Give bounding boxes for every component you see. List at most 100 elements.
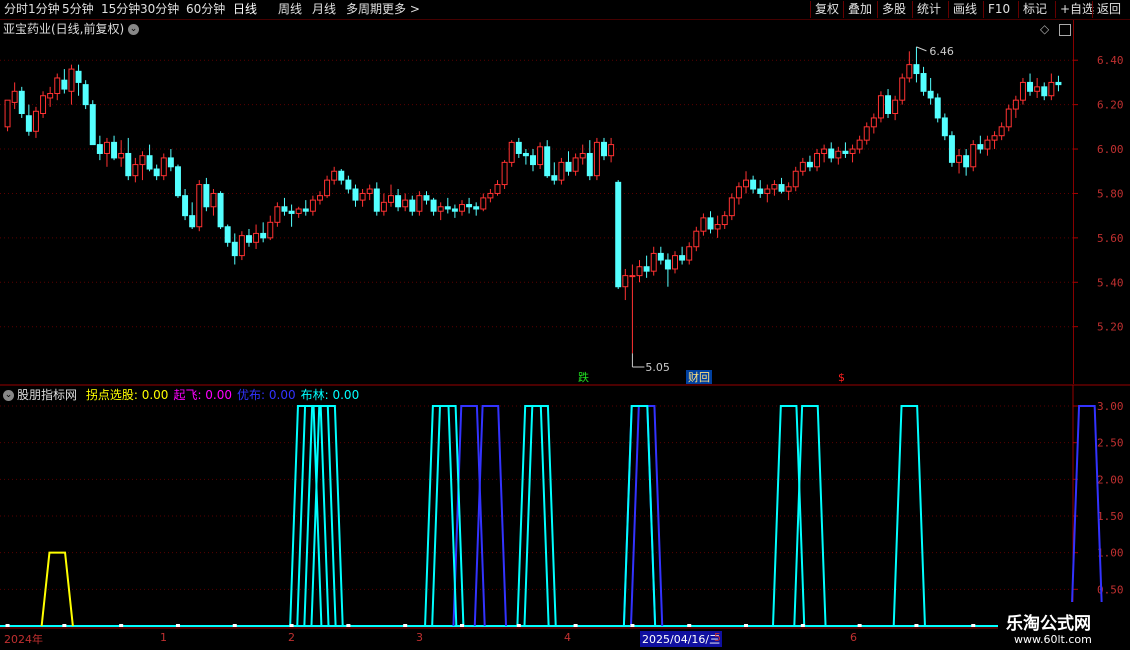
candle-body bbox=[799, 161, 806, 172]
candle-body bbox=[558, 161, 565, 181]
candle-body bbox=[806, 161, 813, 168]
candle-body bbox=[906, 64, 913, 79]
x-axis-label-0: 2024年 bbox=[4, 633, 43, 646]
candle-body bbox=[934, 97, 941, 119]
candle-body bbox=[267, 221, 274, 239]
candle-body bbox=[530, 155, 536, 166]
candle-body bbox=[615, 181, 622, 288]
candle-body bbox=[103, 141, 110, 154]
chart-canvas[interactable]: 6.40 6.20 6.00 5.80 5.60 5.40 5.20 6.46 5.05 跌 财回 $… bbox=[0, 0, 1130, 650]
candle-body bbox=[309, 199, 316, 212]
baseline-dot bbox=[289, 624, 294, 627]
candle-body bbox=[778, 184, 785, 192]
candle-body bbox=[132, 164, 139, 177]
candle-body bbox=[409, 199, 416, 212]
candle-body bbox=[281, 206, 288, 212]
candle-body bbox=[302, 208, 309, 212]
candle-body bbox=[771, 184, 778, 190]
baseline-dot bbox=[175, 624, 180, 627]
candle-body bbox=[487, 192, 494, 199]
candle-body bbox=[714, 224, 721, 230]
candle-body bbox=[18, 90, 25, 115]
candle-body bbox=[998, 126, 1005, 137]
candle-body bbox=[956, 155, 963, 163]
baseline-dot bbox=[744, 624, 749, 627]
candle-body bbox=[47, 93, 54, 99]
candle-body bbox=[1012, 99, 1019, 110]
candle-body bbox=[728, 197, 735, 217]
finance-marker: 财回 bbox=[688, 370, 710, 384]
candle-body bbox=[792, 170, 799, 188]
y-tick-label: 6.40 bbox=[1097, 54, 1124, 67]
candle-body bbox=[61, 79, 68, 90]
candle-body bbox=[437, 206, 444, 212]
baseline-dot bbox=[971, 624, 976, 627]
candle-body bbox=[359, 192, 366, 201]
candle-body bbox=[444, 206, 451, 210]
candle-body bbox=[814, 152, 821, 168]
baseline-dot bbox=[403, 624, 408, 627]
candle-body bbox=[352, 188, 359, 201]
candle-body bbox=[1055, 81, 1062, 86]
baseline-dot bbox=[232, 624, 237, 627]
candle-body bbox=[1034, 86, 1041, 92]
candle-body bbox=[238, 235, 245, 257]
candle-body bbox=[210, 192, 217, 208]
candle-body bbox=[82, 84, 89, 106]
candle-body bbox=[40, 95, 47, 115]
indicator-spike bbox=[431, 405, 465, 627]
candle-body bbox=[388, 195, 394, 203]
candle-body bbox=[721, 215, 728, 226]
candle-body bbox=[345, 179, 352, 190]
x-axis-label-7: 6 bbox=[850, 631, 857, 644]
candle-body bbox=[622, 275, 629, 288]
baseline-dot bbox=[857, 624, 862, 627]
baseline-dot bbox=[630, 624, 635, 627]
candle-body bbox=[260, 232, 267, 239]
candle-body bbox=[927, 90, 934, 99]
candle-body bbox=[189, 215, 196, 228]
candle-body bbox=[373, 188, 380, 212]
y-tick-label: 6.00 bbox=[1097, 143, 1124, 156]
indicator-y-tick-label: 2.00 bbox=[1097, 473, 1124, 486]
candle-body bbox=[125, 152, 132, 177]
baseline-dot bbox=[62, 624, 67, 627]
indicator-spike bbox=[473, 405, 508, 627]
candle-body bbox=[679, 255, 686, 261]
candle-body bbox=[863, 126, 870, 141]
candle-body bbox=[274, 206, 281, 223]
baseline-dot bbox=[516, 624, 521, 627]
y-tick-label: 5.20 bbox=[1097, 321, 1124, 334]
candle-body bbox=[629, 275, 636, 278]
candle-body bbox=[480, 197, 487, 210]
candle-body bbox=[231, 241, 238, 257]
candle-body bbox=[963, 155, 970, 168]
candle-body bbox=[1027, 81, 1034, 92]
baseline-dot bbox=[119, 624, 124, 627]
candle-body bbox=[245, 235, 252, 243]
candle-body bbox=[146, 155, 153, 170]
candle-body bbox=[494, 184, 501, 194]
candle-body bbox=[785, 186, 792, 192]
watermark-url: www.60lt.com bbox=[1014, 633, 1092, 646]
candle-body bbox=[636, 266, 643, 277]
candle-body bbox=[991, 135, 998, 141]
candle-body bbox=[856, 139, 863, 150]
candle-body bbox=[423, 195, 430, 201]
candle-body bbox=[366, 188, 373, 194]
candle-body bbox=[821, 148, 828, 154]
candle-body bbox=[537, 146, 544, 166]
indicator-y-tick-label: 3.00 bbox=[1097, 400, 1124, 413]
x-axis-label-2: 2 bbox=[288, 631, 295, 644]
candle-body bbox=[608, 144, 615, 157]
candle-body bbox=[182, 195, 189, 217]
candle-body bbox=[828, 148, 835, 159]
baseline-dot bbox=[346, 624, 351, 627]
candle-body bbox=[68, 68, 75, 92]
candle-body bbox=[849, 148, 856, 154]
candle-body bbox=[572, 157, 579, 172]
watermark-text: 乐淘公式网 bbox=[1006, 614, 1091, 634]
candle-body bbox=[544, 146, 551, 177]
indicator-y-tick-label: 1.50 bbox=[1097, 510, 1124, 523]
candle-body bbox=[402, 199, 409, 208]
